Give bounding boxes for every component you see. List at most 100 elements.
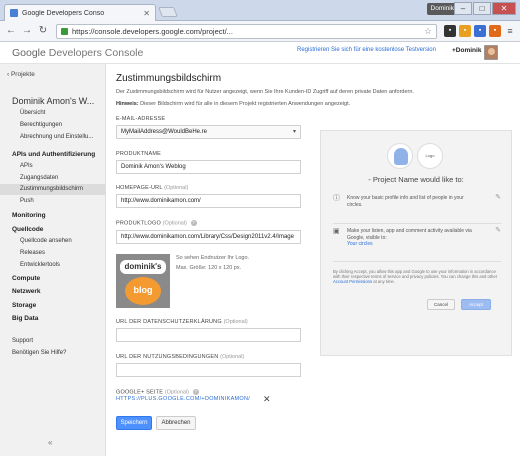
sidebar-item-push[interactable]: Push	[20, 198, 34, 204]
preview-permissions-link: Account Permissions	[333, 279, 373, 285]
sidebar-item-help[interactable]: Benötigen Sie Hilfe?	[12, 350, 66, 356]
close-window-button[interactable]: ✕	[492, 2, 516, 15]
extension-icon[interactable]: ▪	[474, 25, 486, 37]
help-icon[interactable]: ?	[192, 389, 199, 395]
collapse-sidebar-icon[interactable]: «	[48, 438, 52, 447]
cancel-button[interactable]: Abbrechen	[156, 416, 196, 430]
remove-gplus-icon[interactable]: ✕	[263, 394, 271, 405]
homepage-optional: (Optional)	[164, 185, 189, 191]
hint-label: Hinweis:	[116, 101, 139, 107]
lock-icon	[61, 27, 68, 35]
email-label: E-MAIL-ADRESSE	[116, 116, 166, 122]
extension-icon[interactable]: ▪	[459, 25, 471, 37]
terms-url-field[interactable]	[116, 363, 301, 377]
sidebar-section-compute[interactable]: Compute	[12, 275, 40, 282]
free-trial-link[interactable]: Registrieren Sie sich für eine kostenlos…	[297, 47, 436, 53]
extension-icon[interactable]: ▪	[489, 25, 501, 37]
avatar[interactable]	[484, 45, 498, 60]
plus-user-link[interactable]: +Dominik	[452, 47, 481, 54]
product-name-field[interactable]: Dominik Amon's Weblog	[116, 160, 301, 174]
preview-accept-button: Accept	[461, 299, 491, 310]
email-select[interactable]: MyMailAddress@WouldBeHe.re	[116, 125, 301, 139]
preview-fine-end: at any time.	[373, 279, 395, 285]
logo-label: PRODUKTLOGO (Optional) ?	[116, 220, 197, 226]
sidebar-section-source[interactable]: Quellcode	[12, 226, 43, 233]
url-text[interactable]: https://console.developers.google.com/pr…	[72, 27, 424, 36]
preview-cancel-button: Cancel	[427, 299, 455, 310]
homepage-label-text: HOMEPAGE-URL	[116, 185, 163, 191]
logo-optional: (Optional)	[162, 220, 187, 227]
preview-divider	[333, 223, 501, 224]
address-bar[interactable]: https://console.developers.google.com/pr…	[56, 23, 437, 39]
gplus-optional: (Optional)	[164, 389, 189, 396]
privacy-url-field[interactable]	[116, 328, 301, 342]
sidebar-section-storage[interactable]: Storage	[12, 302, 36, 309]
product-logo[interactable]: Google Developers Console	[12, 47, 143, 59]
browser-tab[interactable]: Google Developers Conso ✕	[4, 4, 156, 21]
terms-label: URL DER NUTZUNGSBEDINGUNGEN (Optional)	[116, 354, 244, 360]
star-icon[interactable]: ☆	[424, 26, 432, 37]
sidebar-item-billing[interactable]: Abrechnung und Einstellu...	[20, 134, 93, 140]
tab-title: Google Developers Conso	[22, 9, 105, 17]
app-header: Google Developers Console Registrieren S…	[0, 42, 520, 64]
minimize-button[interactable]: –	[454, 2, 472, 15]
window-controls: – □ ✕	[454, 2, 516, 15]
back-to-projects-link[interactable]: ‹ Projekte	[7, 71, 35, 78]
info-icon: ⓘ	[333, 195, 340, 202]
email-value: MyMailAddress@WouldBeHe.re	[121, 129, 208, 135]
preview-title: - Project Name would like to:	[368, 175, 464, 184]
gplus-label-text: GOOGLE+ SEITE	[116, 389, 164, 396]
maximize-button[interactable]: □	[473, 2, 491, 15]
sidebar-item-consent-screen[interactable]: Zustimmungsbildschirm	[20, 186, 83, 192]
save-button[interactable]: Speichern	[116, 416, 152, 430]
sidebar-item-support[interactable]: Support	[12, 338, 33, 344]
homepage-field[interactable]: http://www.dominikamon.com/	[116, 194, 301, 208]
help-icon[interactable]: ?	[190, 220, 197, 226]
preview-fine-text: By clicking Accept, you allow this app a…	[333, 269, 498, 280]
app-logo-placeholder: Logo	[417, 143, 443, 169]
sidebar-item-devtools[interactable]: Entwicklertools	[20, 262, 60, 268]
project-name[interactable]: Dominik Amon's W...	[12, 96, 94, 106]
preview-row-profile-text: Know your basic profile info and list of…	[347, 195, 464, 208]
menu-icon[interactable]: ≡	[504, 25, 516, 37]
forward-icon[interactable]: →	[20, 24, 34, 38]
new-tab-button[interactable]	[158, 7, 178, 17]
sidebar-section-monitoring[interactable]: Monitoring	[12, 212, 46, 219]
back-icon[interactable]: ←	[4, 24, 18, 38]
privacy-optional: (Optional)	[223, 319, 248, 325]
preview-circles-link: Your circles	[347, 241, 373, 247]
sidebar-section-apis[interactable]: APIs und Authentifizierung	[12, 151, 95, 158]
people-icon: ▣	[333, 228, 340, 235]
sidebar-item-credentials[interactable]: Zugangsdaten	[20, 175, 58, 181]
sidebar-item-permissions[interactable]: Berechtigungen	[20, 122, 62, 128]
sidebar-section-bigdata[interactable]: Big Data	[12, 315, 38, 322]
main-content: Zustimmungsbildschirm Der Zustimmungsbil…	[106, 64, 520, 456]
consent-preview: Logo - Project Name would like to: ⓘ Kno…	[320, 130, 512, 356]
reload-icon[interactable]: ↻	[36, 24, 50, 38]
sidebar-item-overview[interactable]: Übersicht	[20, 110, 45, 116]
logo-product: Developers Console	[48, 46, 144, 59]
gplus-page-link[interactable]: HTTPS://PLUS.GOOGLE.COM/+DOMINIKAMON/	[116, 396, 250, 402]
sidebar-item-browse-source[interactable]: Quellcode ansehen	[20, 238, 72, 244]
logo-url-field[interactable]: http://www.dominikamon.com/Library/Css/D…	[116, 230, 301, 244]
preview-row-profile: ⓘ Know your basic profile info and list …	[333, 194, 501, 215]
logo-heart-text: blog	[125, 277, 161, 305]
logo-label-text: PRODUKTLOGO	[116, 220, 161, 227]
preview-row-activity-text: Make your listen, app and comment activi…	[347, 228, 477, 248]
extension-icon[interactable]: ▪	[444, 25, 456, 37]
preview-row-activity: ▣ Make your listen, app and comment acti…	[333, 227, 501, 254]
favicon-icon	[10, 9, 18, 17]
logo-google: Google	[12, 46, 46, 59]
homepage-label: HOMEPAGE-URL (Optional)	[116, 185, 188, 191]
terms-label-text: URL DER NUTZUNGSBEDINGUNGEN	[116, 354, 219, 360]
browser-titlebar: Google Developers Conso ✕ Dominik – □ ✕	[0, 0, 520, 21]
close-tab-icon[interactable]: ✕	[143, 9, 150, 18]
logo-size-note: Max. Größe: 120 x 120 px.	[176, 265, 242, 271]
logo-preview-image: dominik's blog	[116, 254, 170, 308]
sidebar-item-apis[interactable]: APIs	[20, 163, 33, 169]
sidebar-section-network[interactable]: Netzwerk	[12, 288, 41, 295]
page-title: Zustimmungsbildschirm	[116, 73, 222, 84]
sidebar-item-releases[interactable]: Releases	[20, 250, 45, 256]
logo-note: So sehen Endnutzer Ihr Logo.	[176, 255, 250, 261]
sidebar: ‹ Projekte Dominik Amon's W... Übersicht…	[0, 64, 106, 456]
